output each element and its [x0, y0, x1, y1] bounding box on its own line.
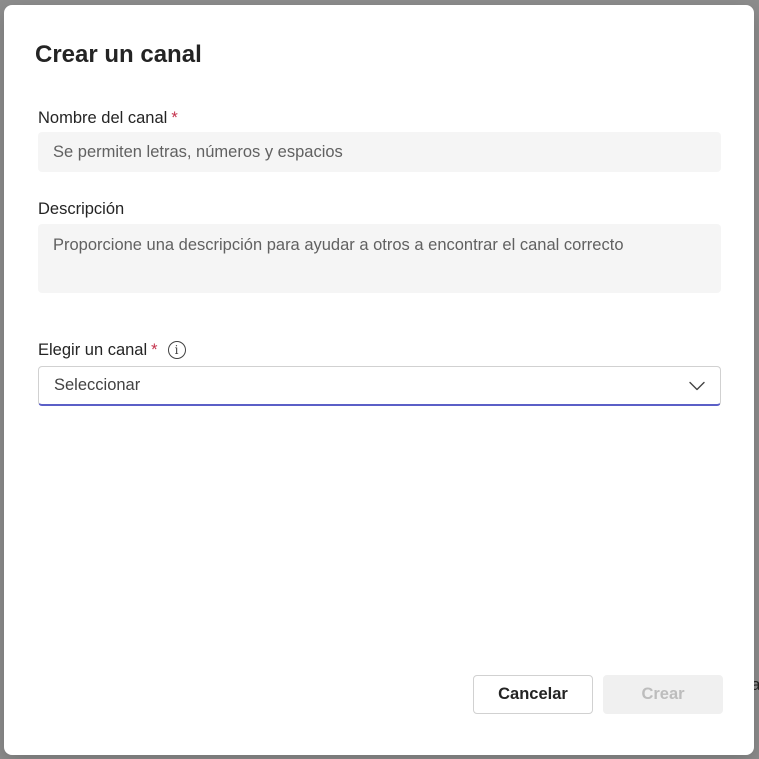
required-asterisk: * [151, 341, 158, 359]
channel-name-label: Nombre del canal * [38, 108, 178, 128]
chevron-down-icon [689, 378, 705, 394]
info-icon[interactable]: i [167, 341, 186, 359]
channel-select-value: Seleccionar [54, 376, 141, 394]
channel-select-dropdown[interactable]: Seleccionar [38, 366, 721, 406]
create-channel-dialog: Crear un canal Nombre del canal* Descrip… [4, 5, 754, 755]
description-input[interactable] [38, 224, 721, 293]
cancel-button[interactable]: Cancelar [473, 675, 593, 714]
description-label: Descripción [38, 200, 125, 218]
required-asterisk: * [171, 109, 178, 127]
choose-channel-label-text: Elegir un canal [38, 341, 148, 359]
dialog-title: Crear un canal [35, 41, 202, 68]
choose-channel-label: Elegir un canal * i [38, 340, 186, 360]
create-button[interactable]: Crear [603, 675, 723, 714]
info-icon-glyph: i [174, 343, 179, 357]
channel-name-label-text: Nombre del canal [38, 109, 168, 127]
channel-name-input[interactable] [38, 132, 721, 172]
